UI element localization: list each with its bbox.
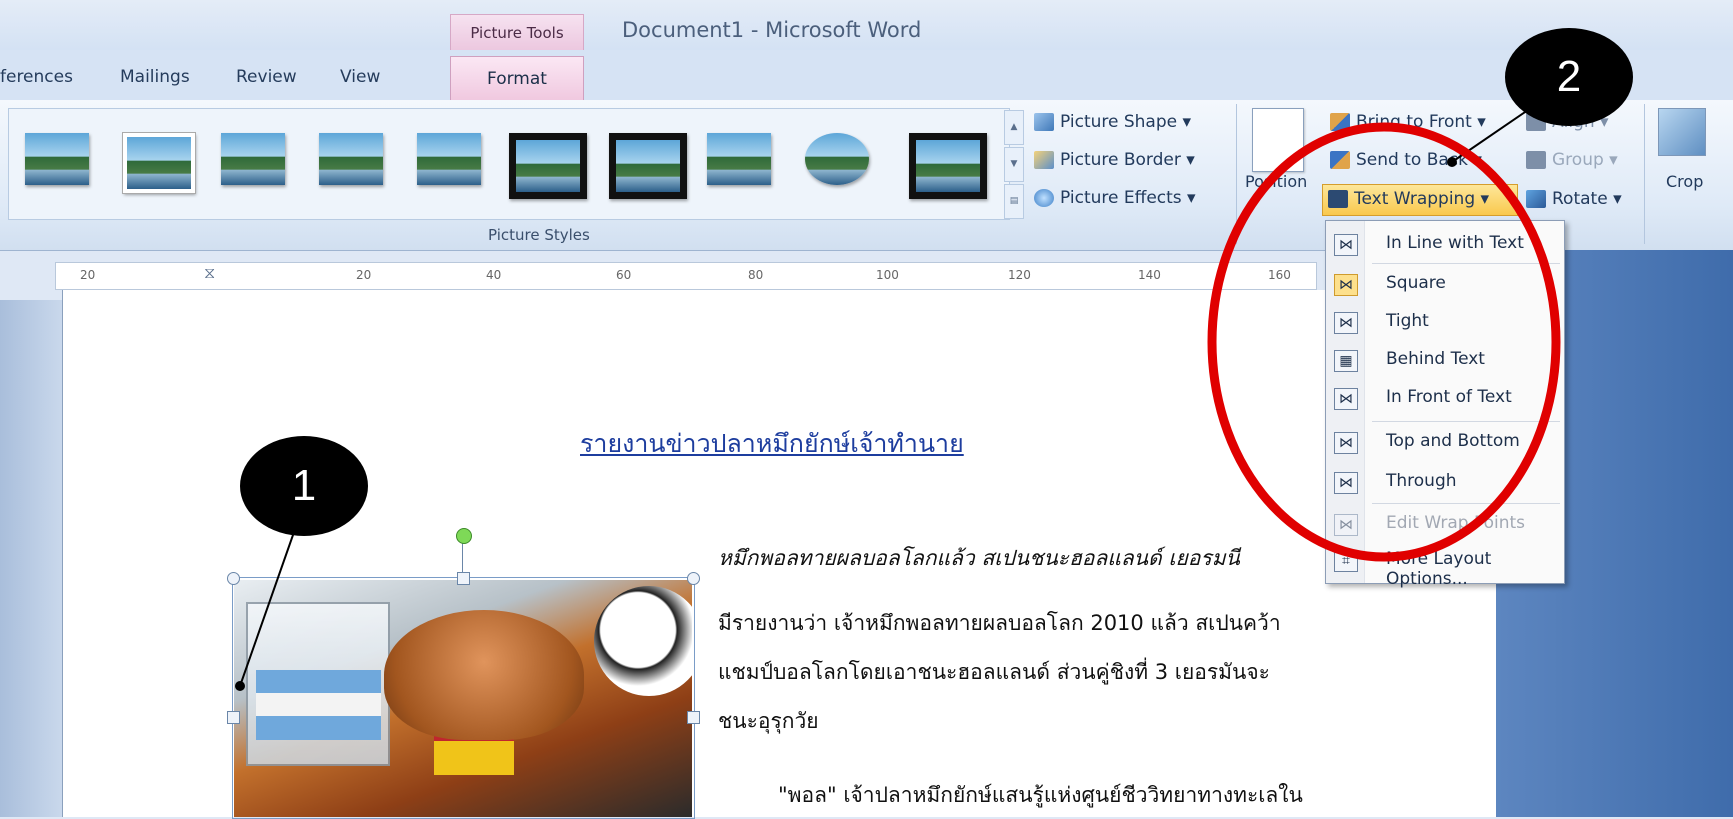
callout-1: 1 <box>240 436 368 536</box>
callout-1-dot <box>235 681 245 691</box>
callout-1-pointer <box>239 514 301 687</box>
callout-2-dot <box>1447 157 1457 167</box>
highlight-ellipse <box>1207 122 1561 562</box>
callout-2: 2 <box>1505 28 1633 126</box>
annotation-overlay <box>235 109 1561 691</box>
